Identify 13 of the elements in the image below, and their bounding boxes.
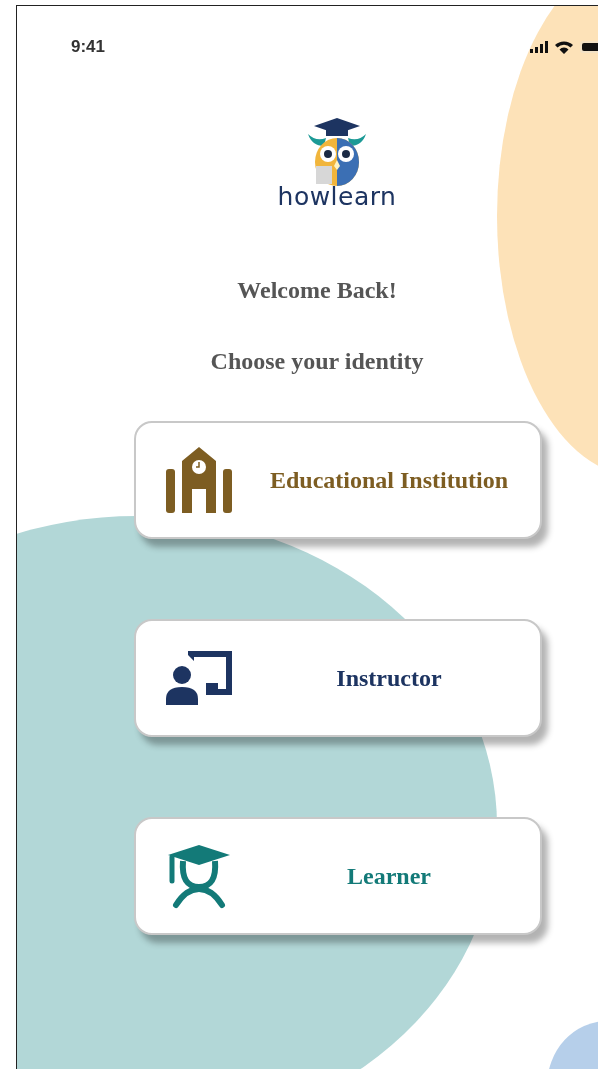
school-building-icon xyxy=(166,447,232,513)
background-blob xyxy=(547,1021,598,1069)
identity-option-button[interactable]: Instructor xyxy=(134,619,542,737)
signal-icon xyxy=(530,41,548,53)
wifi-icon xyxy=(554,40,574,54)
identity-prompt: Choose your identity xyxy=(209,348,425,375)
presenter-board-icon xyxy=(166,651,232,705)
battery-icon xyxy=(580,41,598,53)
welcome-heading: Welcome Back! xyxy=(236,277,398,304)
logo-wordmark: howlearn xyxy=(277,184,397,209)
identity-option-button[interactable]: Educational Institution xyxy=(134,421,542,539)
status-time: 9:41 xyxy=(71,37,106,57)
identity-option-button[interactable]: Learner xyxy=(134,817,542,935)
